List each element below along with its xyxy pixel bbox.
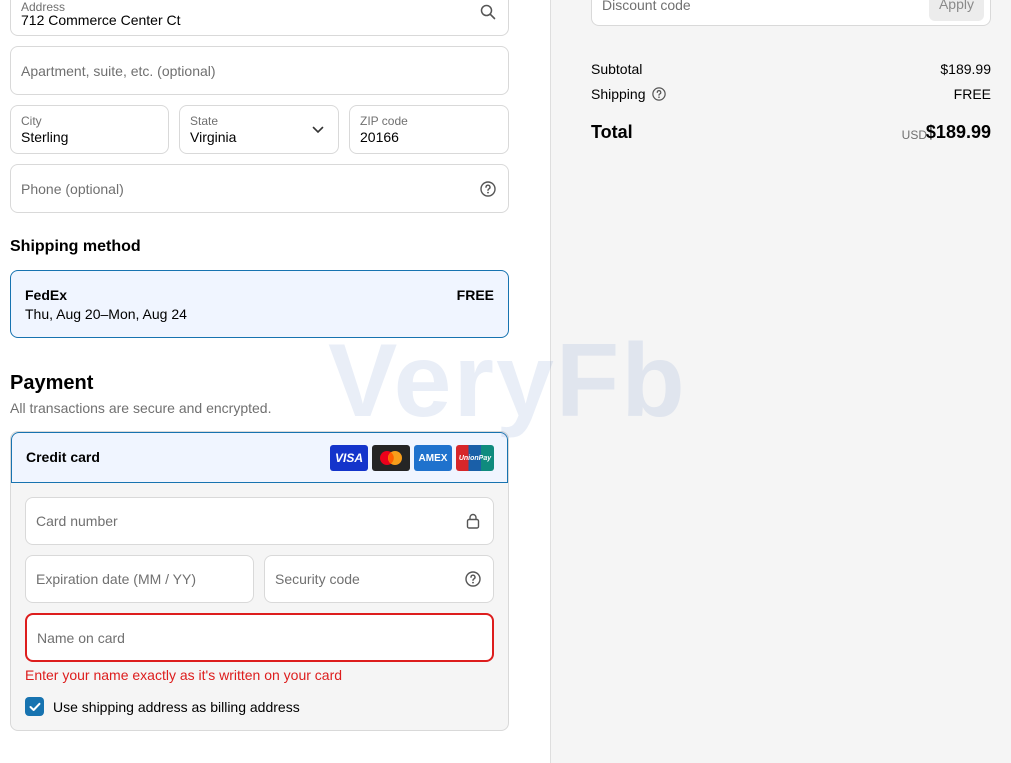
- phone-field[interactable]: Phone (optional): [10, 164, 509, 213]
- shipping-option-fedex[interactable]: FedEx Thu, Aug 20–Mon, Aug 24 FREE: [10, 270, 509, 338]
- discount-code-placeholder: Discount code: [602, 0, 691, 13]
- help-icon[interactable]: [464, 570, 482, 588]
- subtotal-value: $189.99: [940, 61, 991, 77]
- shipping-label: Shipping: [591, 86, 646, 102]
- billing-address-checkbox[interactable]: [25, 697, 44, 716]
- visa-icon: VISA: [330, 445, 368, 471]
- address-field[interactable]: Address 712 Commerce Center Ct: [10, 0, 509, 36]
- city-field[interactable]: City Sterling: [10, 105, 169, 154]
- payment-subtitle: All transactions are secure and encrypte…: [10, 400, 272, 416]
- city-label: City: [21, 114, 42, 128]
- unionpay-icon: UnionPay: [456, 445, 494, 471]
- shipping-option-price: FREE: [456, 287, 494, 303]
- mastercard-icon: [372, 445, 410, 471]
- state-select[interactable]: State Virginia: [179, 105, 339, 154]
- total-currency: USD: [901, 128, 927, 142]
- card-brand-list: VISA AMEX UnionPay: [330, 445, 494, 471]
- total-label: Total: [591, 122, 633, 142]
- search-icon[interactable]: [479, 3, 497, 21]
- city-value: Sterling: [21, 129, 69, 145]
- name-on-card-placeholder: Name on card: [37, 629, 125, 646]
- security-code-placeholder: Security code: [275, 571, 360, 587]
- help-icon[interactable]: [479, 180, 497, 198]
- billing-address-checkbox-row[interactable]: Use shipping address as billing address: [25, 697, 300, 716]
- checkout-form: Address 712 Commerce Center Ct Apartment…: [0, 0, 550, 763]
- billing-address-label: Use shipping address as billing address: [53, 698, 300, 715]
- card-number-field[interactable]: Card number: [25, 497, 494, 545]
- state-value: Virginia: [190, 129, 237, 145]
- zip-field[interactable]: ZIP code 20166: [349, 105, 509, 154]
- total-value: $189.99: [925, 122, 991, 142]
- amex-icon: AMEX: [414, 445, 452, 471]
- expiration-date-placeholder: Expiration date (MM / YY): [36, 571, 197, 587]
- expiration-date-field[interactable]: Expiration date (MM / YY): [25, 555, 254, 603]
- apartment-placeholder: Apartment, suite, etc. (optional): [21, 62, 216, 79]
- shipping-method-title: Shipping method: [10, 238, 141, 255]
- phone-placeholder: Phone (optional): [21, 180, 124, 197]
- lock-icon: [464, 512, 482, 530]
- zip-label: ZIP code: [360, 114, 408, 128]
- chevron-down-icon: [309, 121, 327, 139]
- zip-value: 20166: [360, 129, 399, 145]
- discount-code-field[interactable]: Discount code Apply: [591, 0, 991, 26]
- apartment-field[interactable]: Apartment, suite, etc. (optional): [10, 46, 509, 95]
- apply-button[interactable]: Apply: [928, 0, 984, 21]
- shipping-option-dates: Thu, Aug 20–Mon, Aug 24: [25, 306, 187, 322]
- card-number-placeholder: Card number: [36, 513, 118, 529]
- name-on-card-error: Enter your name exactly as it's written …: [25, 667, 343, 683]
- help-icon[interactable]: [651, 87, 666, 101]
- credit-card-option[interactable]: Credit card VISA AMEX UnionPay: [11, 432, 508, 483]
- shipping-value: FREE: [953, 86, 991, 102]
- name-on-card-field[interactable]: Name on card: [25, 613, 494, 662]
- address-value: 712 Commerce Center Ct: [21, 12, 181, 28]
- subtotal-label: Subtotal: [591, 61, 643, 77]
- credit-card-label: Credit card: [26, 449, 100, 465]
- security-code-field[interactable]: Security code: [264, 555, 494, 603]
- payment-title: Payment: [10, 372, 94, 394]
- shipping-option-name: FedEx: [25, 287, 68, 303]
- order-summary: Discount code Apply Subtotal $189.99 Shi…: [550, 0, 1011, 763]
- state-label: State: [190, 114, 219, 128]
